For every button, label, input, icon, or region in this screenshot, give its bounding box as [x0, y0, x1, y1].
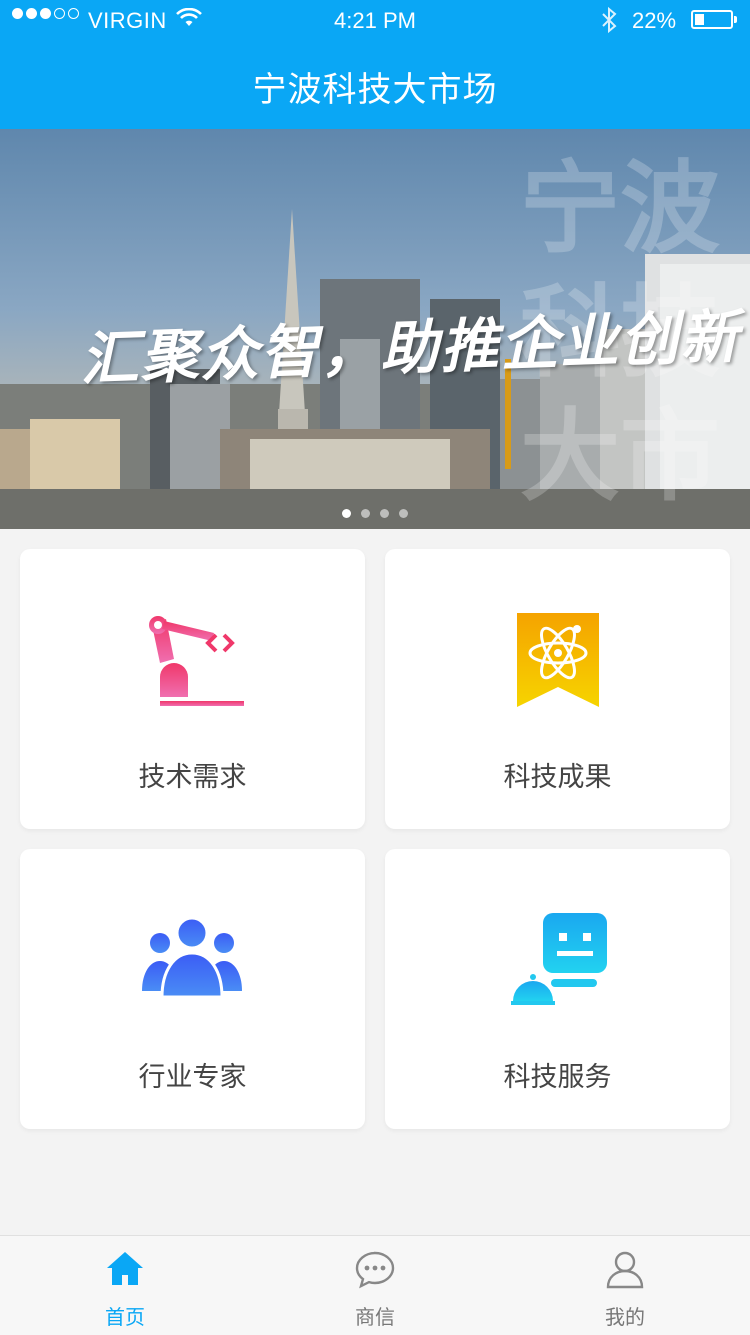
industry-experts-card[interactable]: 行业专家: [20, 849, 365, 1129]
bottom-tab-bar: 首页 商信 我的: [0, 1235, 750, 1335]
card-label: 技术需求: [138, 762, 247, 793]
carousel-dot[interactable]: [361, 509, 370, 518]
tech-demand-card[interactable]: 技术需求: [20, 549, 365, 829]
home-icon: [107, 1252, 143, 1285]
page-title: 宁波科技大市场: [252, 70, 498, 110]
atom-ribbon-icon: [516, 613, 599, 707]
card-label: 科技成果: [503, 762, 612, 793]
carousel-indicator[interactable]: [0, 509, 750, 518]
chat-icon: [355, 1251, 395, 1289]
tech-services-card[interactable]: 科技服务: [385, 849, 730, 1129]
card-label: 科技服务: [503, 1062, 612, 1093]
battery-percent: 22%: [632, 8, 677, 33]
tab-label: 我的: [605, 1305, 645, 1329]
tab-profile[interactable]: 我的: [500, 1236, 750, 1335]
tab-label: 首页: [105, 1305, 145, 1329]
carousel-dot[interactable]: [380, 509, 389, 518]
robot-arm-icon: [148, 616, 244, 706]
user-icon: [606, 1251, 644, 1289]
tab-home[interactable]: 首页: [0, 1236, 250, 1335]
carousel-dot[interactable]: [342, 509, 351, 518]
app-header: VIRGIN 4:21 PM 22% 宁波科技大市场: [0, 0, 750, 129]
carousel-dot[interactable]: [399, 509, 408, 518]
people-group-icon: [141, 916, 242, 999]
tech-achievements-card[interactable]: 科技成果: [385, 549, 730, 829]
card-label: 行业专家: [138, 1062, 247, 1093]
banner-carousel[interactable]: 宁波科技大市场 汇聚众智，助推企业创新: [0, 129, 750, 529]
service-bot-icon: [510, 913, 607, 1005]
battery-icon: [691, 10, 737, 29]
bluetooth-icon: [600, 6, 618, 40]
tab-label: 商信: [355, 1305, 395, 1329]
status-bar: VIRGIN 4:21 PM 22%: [0, 0, 750, 40]
tab-messages[interactable]: 商信: [250, 1236, 500, 1335]
